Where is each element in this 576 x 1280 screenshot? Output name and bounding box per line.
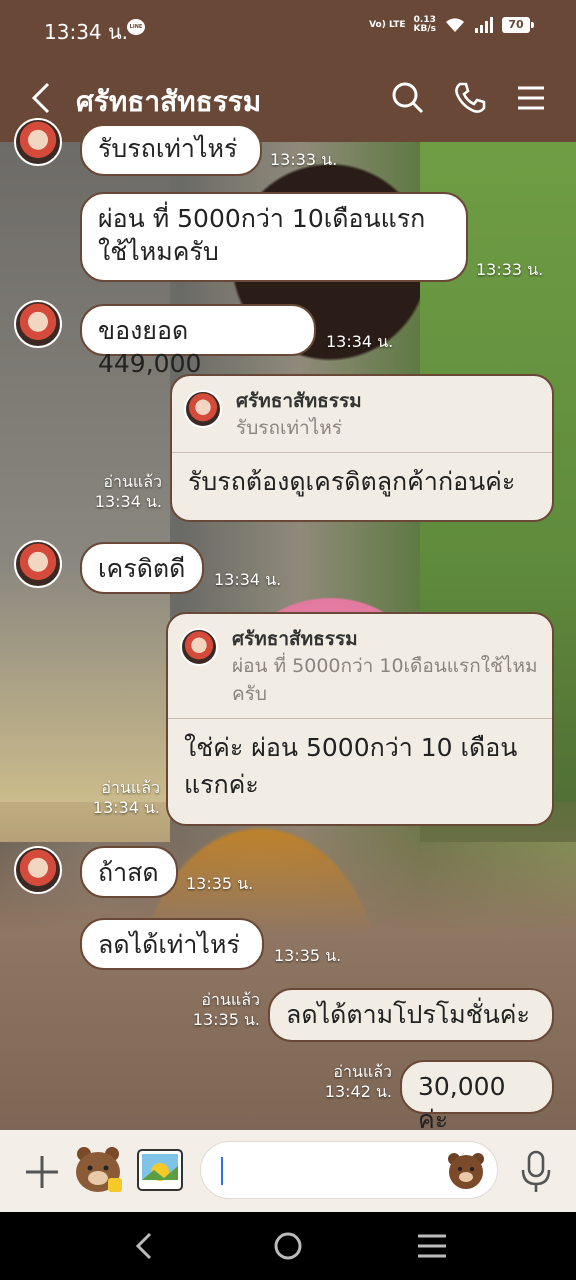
battery-indicator: 70 [502,17,534,33]
chat-header: ศรัทธาสัทธรรม [0,56,576,142]
read-receipt: อ่านแล้ว 13:42 น. [318,1062,392,1102]
message-time: 13:34 น. [92,798,160,817]
back-arrow-icon[interactable] [24,76,64,120]
outgoing-reply-message[interactable]: ศรัทธาสัทธรรม ผ่อน ที่ 5000กว่า 10เดือนแ… [166,612,554,826]
status-right: Vo) LTE 0.13 KB/s 70 [369,16,534,34]
reply-sender-name: ศรัทธาสัทธรรม [236,390,362,412]
read-label: อ่านแล้ว [101,778,160,797]
sticker-icon[interactable] [70,1142,126,1198]
outgoing-reply-message[interactable]: ศรัทธาสัทธรรม รับรถเท่าไหร่ รับรถต้องดูเ… [170,374,554,522]
photo-icon[interactable] [134,1146,186,1196]
nav-home-icon[interactable] [268,1228,308,1264]
read-label: อ่านแล้ว [333,1062,392,1081]
microphone-icon[interactable] [518,1150,554,1194]
incoming-message[interactable]: รับรถเท่าไหร่ [80,124,262,176]
network-speed: 0.13 KB/s [414,16,436,34]
read-receipt: อ่านแล้ว 13:34 น. [88,472,162,512]
wifi-icon [446,18,464,32]
reply-body-text: รับรถต้องดูเครดิตลูกค้าก่อนค่ะ [188,467,516,496]
nav-recents-icon[interactable] [412,1228,452,1264]
lte-indicator: Vo) LTE [369,19,406,30]
message-time: 13:35 น. [186,874,254,893]
text-cursor [221,1157,223,1185]
read-receipt: อ่านแล้ว 13:35 น. [186,990,260,1030]
message-time: 13:34 น. [326,332,394,351]
menu-icon[interactable] [512,78,552,118]
message-time: 13:33 น. [476,260,544,279]
plus-icon[interactable] [22,1152,62,1192]
message-time: 13:42 น. [324,1082,392,1101]
incoming-message[interactable]: เครดิตดี [80,542,204,594]
message-input-bar [0,1130,576,1212]
chat-title: ศรัทธาสัทธรรม [76,85,262,118]
signal-icon [475,17,493,33]
reply-quoted-text: รับรถเท่าไหร่ [236,417,342,439]
incoming-message[interactable]: ลดได้เท่าไหร่ [80,918,264,970]
read-label: อ่านแล้ว [201,990,260,1009]
outgoing-message[interactable]: ลดได้ตามโปรโมชั่นค่ะ [268,988,554,1042]
avatar[interactable] [14,300,62,348]
incoming-message[interactable]: ถ้าสด [80,846,178,898]
search-icon[interactable] [388,78,428,118]
message-time: 13:33 น. [270,150,338,169]
read-receipt: อ่านแล้ว 13:34 น. [86,778,160,818]
incoming-message[interactable]: ของยอด 449,000 [80,304,316,378]
reply-avatar [180,628,218,666]
phone-icon[interactable] [450,78,490,118]
reply-quote-header[interactable]: ศรัทธาสัทธรรม ผ่อน ที่ 5000กว่า 10เดือนแ… [168,614,552,719]
system-navigation-bar [0,1212,576,1280]
message-time: 13:34 น. [214,570,282,589]
status-time: 13:34 น. [44,20,129,44]
speed-unit: KB/s [413,24,436,34]
emoji-icon[interactable] [445,1149,487,1191]
reply-avatar [184,390,222,428]
avatar[interactable] [14,118,62,166]
nav-back-icon[interactable] [124,1228,164,1264]
message-time: 13:34 น. [94,492,162,511]
message-input[interactable] [200,1141,498,1199]
reply-quoted-text: ผ่อน ที่ 5000กว่า 10เดือนแรกใช้ไหมครับ [232,655,538,705]
reply-quote-header[interactable]: ศรัทธาสัทธรรม รับรถเท่าไหร่ [172,376,552,453]
read-label: อ่านแล้ว [103,472,162,491]
reply-body-text: ใช่ค่ะ ผ่อน 5000กว่า 10 เดือน แรกค่ะ [184,733,518,799]
reply-sender-name: ศรัทธาสัทธรรม [232,628,358,650]
avatar[interactable] [14,540,62,588]
outgoing-message[interactable]: 30,000 ค่ะ [400,1060,554,1134]
status-bar: 13:34 น. LINE Vo) LTE 0.13 KB/s 70 [0,0,576,56]
message-time: 13:35 น. [274,946,342,965]
line-notification-icon: LINE [127,19,145,35]
avatar[interactable] [14,846,62,894]
incoming-message[interactable]: ผ่อน ที่ 5000กว่า 10เดือนแรก ใช้ไหมครับ [80,192,468,282]
message-time: 13:35 น. [192,1010,260,1029]
